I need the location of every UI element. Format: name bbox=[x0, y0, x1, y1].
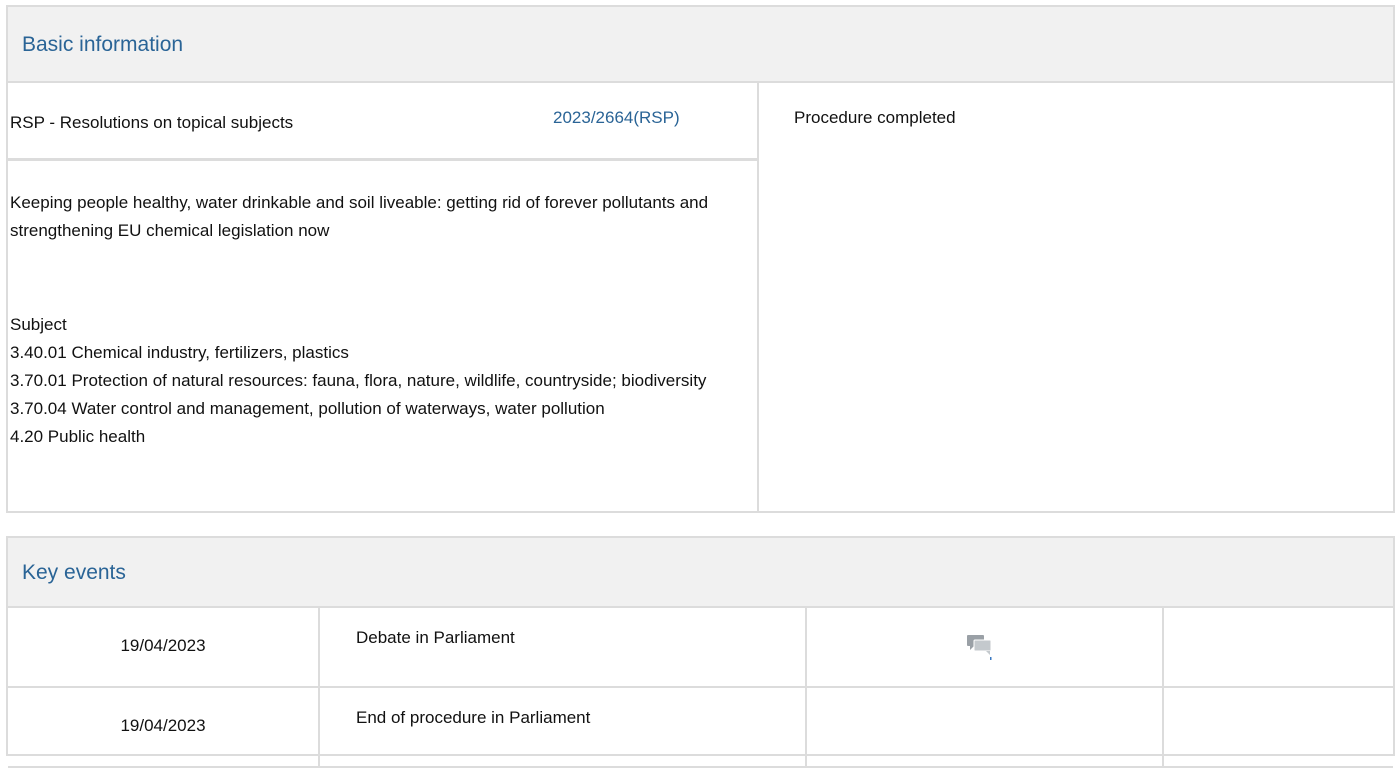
subject-item: 4.20 Public health bbox=[10, 427, 146, 446]
event-date-cell: 19/04/2023 bbox=[8, 688, 320, 766]
event-link-cell bbox=[807, 688, 1164, 766]
table-row: 19/04/2023 Debate in Parliament bbox=[8, 608, 1393, 688]
event-date: 19/04/2023 bbox=[120, 636, 206, 655]
subject-item: 3.70.01 Protection of natural resources:… bbox=[10, 371, 707, 390]
subject-item: 3.70.04 Water control and management, po… bbox=[10, 399, 605, 418]
event-description: Debate in Parliament bbox=[356, 628, 515, 647]
event-description-cell: End of procedure in Parliament bbox=[320, 688, 807, 766]
subject-block: Subject 3.40.01 Chemical industry, ferti… bbox=[10, 311, 730, 451]
event-description: End of procedure in Parliament bbox=[356, 708, 591, 727]
event-description-cell: Debate in Parliament bbox=[320, 608, 807, 686]
basic-information-panel: Basic information RSP - Resolutions on t… bbox=[6, 5, 1395, 513]
table-row: 19/04/2023 End of procedure in Parliamen… bbox=[8, 688, 1393, 768]
event-link-cell bbox=[807, 608, 1164, 686]
debate-icon[interactable] bbox=[966, 632, 994, 660]
event-extra-cell bbox=[1164, 608, 1393, 686]
procedure-reference-link[interactable]: 2023/2664(RSP) bbox=[553, 108, 680, 128]
basic-information-left-column: RSP - Resolutions on topical subjects 20… bbox=[8, 83, 759, 511]
event-date-cell: 19/04/2023 bbox=[8, 608, 320, 686]
procedure-title: Keeping people healthy, water drinkable … bbox=[10, 193, 709, 240]
event-date: 19/04/2023 bbox=[120, 716, 206, 735]
procedure-type-label: RSP - Resolutions on topical subjects bbox=[10, 113, 294, 132]
procedure-type-row: RSP - Resolutions on topical subjects 20… bbox=[8, 83, 757, 161]
key-events-panel: Key events 19/04/2023 Debate in Parliame… bbox=[6, 536, 1395, 768]
basic-information-right-column: Procedure completed bbox=[759, 83, 1393, 511]
subject-item: 3.40.01 Chemical industry, fertilizers, … bbox=[10, 343, 349, 362]
event-extra-cell bbox=[1164, 688, 1393, 766]
subject-label: Subject bbox=[10, 315, 67, 334]
basic-information-header: Basic information bbox=[8, 7, 1393, 83]
procedure-status: Procedure completed bbox=[794, 108, 956, 127]
key-events-header: Key events bbox=[8, 538, 1393, 608]
